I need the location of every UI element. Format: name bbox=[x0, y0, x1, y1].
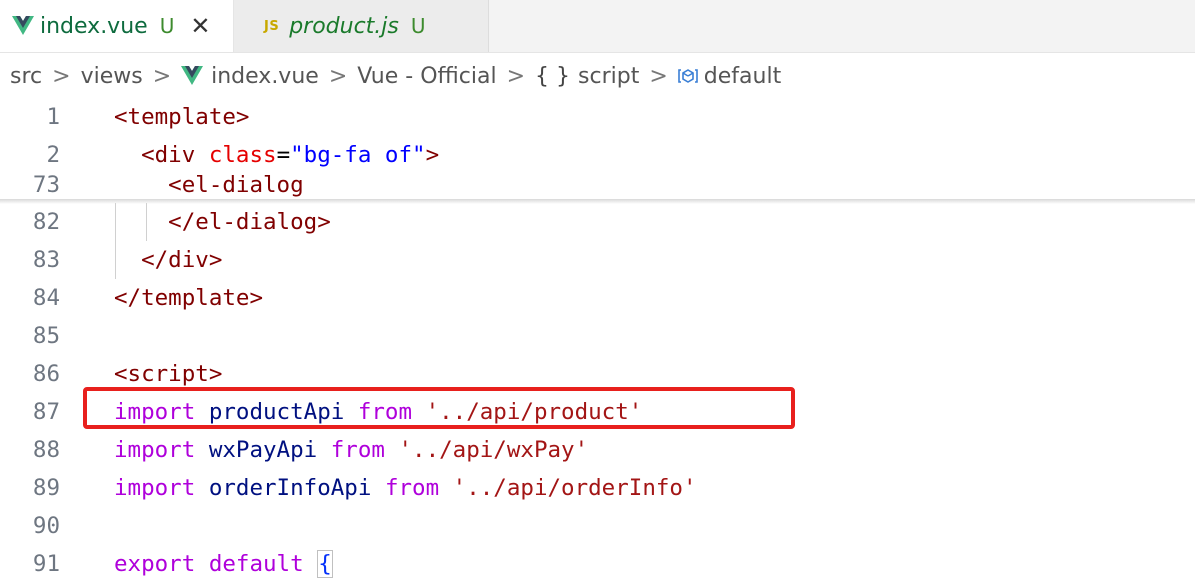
code-token: from bbox=[330, 437, 385, 463]
line-number: 82 bbox=[32, 209, 60, 235]
code-content: import wxPayApi from '../api/wxPay' bbox=[114, 431, 588, 469]
code-content: </template> bbox=[114, 279, 263, 317]
line-number: 86 bbox=[32, 361, 60, 387]
code-content: export default { bbox=[114, 545, 333, 583]
breadcrumb: src > views > index.vue > Vue - Official… bbox=[10, 58, 781, 94]
code-token: </div> bbox=[114, 247, 223, 273]
tab-label: index.vue bbox=[40, 13, 148, 39]
code-token: default bbox=[208, 551, 304, 577]
code-token: { bbox=[317, 550, 333, 578]
code-content: <template> bbox=[114, 98, 249, 136]
line-number: 91 bbox=[32, 551, 60, 577]
breadcrumb-src[interactable]: src bbox=[10, 64, 42, 89]
line-number: 85 bbox=[32, 323, 60, 349]
code-content: </div> bbox=[114, 241, 222, 279]
breadcrumb-script[interactable]: script bbox=[578, 64, 639, 89]
chevron-right-icon: > bbox=[152, 63, 172, 89]
code-line[interactable]: 85 bbox=[0, 317, 1195, 355]
code-token: class bbox=[208, 142, 277, 168]
code-token: </template> bbox=[114, 285, 264, 311]
chevron-right-icon: > bbox=[649, 63, 668, 89]
line-number: 90 bbox=[32, 513, 60, 539]
code-token: <script> bbox=[114, 361, 223, 387]
code-token: = bbox=[276, 142, 291, 168]
code-token: import bbox=[114, 437, 196, 463]
breadcrumb-default[interactable]: default bbox=[704, 64, 781, 89]
code-token: '../api/orderInfo' bbox=[452, 475, 697, 501]
line-number: 88 bbox=[32, 437, 60, 463]
untracked-badge: U bbox=[159, 14, 175, 38]
code-line[interactable]: 91 export default { bbox=[0, 545, 1195, 583]
code-line[interactable]: 84 </template> bbox=[0, 279, 1195, 317]
sticky-scroll-shadow bbox=[0, 199, 1195, 204]
line-number: 87 bbox=[32, 399, 60, 425]
code-line[interactable]: 88 import wxPayApi from '../api/wxPay' bbox=[0, 431, 1195, 469]
code-token: orderInfoApi bbox=[208, 475, 372, 501]
module-icon bbox=[677, 66, 698, 86]
braces-icon: { } bbox=[535, 63, 571, 89]
tab-index-vue[interactable]: index.vue U ✕ bbox=[0, 0, 234, 52]
chevron-right-icon: > bbox=[328, 63, 348, 89]
code-token: > bbox=[425, 142, 440, 168]
tab-product-js[interactable]: JS product.js U bbox=[234, 0, 489, 52]
line-number: 1 bbox=[46, 104, 60, 130]
line-number: 83 bbox=[32, 247, 60, 273]
breadcrumb-index-vue[interactable]: index.vue bbox=[211, 64, 319, 89]
vue-icon bbox=[12, 16, 34, 36]
chevron-right-icon: > bbox=[506, 63, 526, 89]
code-line[interactable]: 89 import orderInfoApi from '../api/order… bbox=[0, 469, 1195, 507]
editor-tab-bar: index.vue U ✕ JS product.js U bbox=[0, 0, 1195, 53]
code-token: "bg-fa of" bbox=[290, 142, 426, 168]
js-icon: JS bbox=[264, 18, 280, 34]
code-line[interactable]: 1 <template> bbox=[0, 98, 1195, 136]
line-number: 84 bbox=[32, 285, 60, 311]
line-number: 89 bbox=[32, 475, 60, 501]
code-token: from bbox=[384, 475, 440, 501]
indent-guide bbox=[115, 203, 116, 279]
code-line[interactable]: 82 </el-dialog> bbox=[0, 203, 1195, 241]
code-content: import orderInfoApi from '../api/orderIn… bbox=[114, 469, 697, 507]
breadcrumb-views[interactable]: views bbox=[81, 64, 143, 89]
code-token: <el-dialog bbox=[114, 172, 304, 198]
vue-icon bbox=[181, 66, 204, 86]
chevron-right-icon: > bbox=[52, 63, 71, 89]
code-token: <template> bbox=[114, 104, 250, 130]
code-editor[interactable]: 1 <template> 2 <div class="bg-fa of"> 73 <e… bbox=[0, 98, 1195, 578]
code-token: import bbox=[114, 475, 196, 501]
code-token: '../api/wxPay' bbox=[398, 437, 589, 463]
untracked-badge: U bbox=[410, 14, 426, 38]
tab-label: product.js bbox=[289, 13, 399, 39]
code-line[interactable]: 83 </div> bbox=[0, 241, 1195, 279]
code-token: wxPayApi bbox=[208, 437, 318, 463]
code-token: export bbox=[114, 551, 196, 577]
code-line[interactable]: 90 bbox=[0, 507, 1195, 545]
code-token: <div bbox=[114, 142, 209, 168]
indent-guide bbox=[146, 203, 147, 241]
breadcrumb-language[interactable]: Vue - Official bbox=[357, 64, 496, 89]
close-icon[interactable]: ✕ bbox=[190, 12, 210, 40]
highlight-annotation-box bbox=[83, 387, 795, 429]
